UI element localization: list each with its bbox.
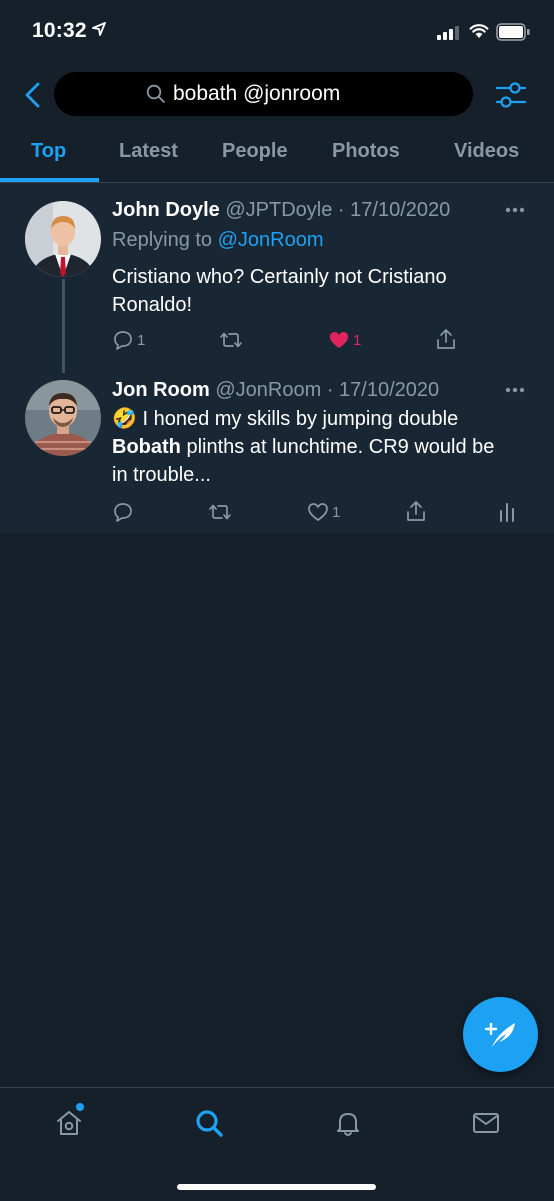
tweet-text-part: I honed my skills by jumping double	[136, 408, 459, 430]
more-options-icon[interactable]	[505, 207, 525, 213]
analytics-icon	[500, 503, 514, 522]
retweet-button[interactable]	[219, 329, 246, 351]
status-time: 10:32	[32, 19, 87, 42]
reply-button[interactable]	[112, 501, 137, 523]
avatar[interactable]	[25, 201, 101, 277]
share-icon	[437, 329, 455, 349]
tweet-text-line: 🤣 I honed my skills by jumping double	[112, 405, 537, 433]
tweet-date: 17/10/2020	[350, 199, 451, 221]
share-icon	[407, 501, 425, 521]
more-options-icon[interactable]	[505, 387, 525, 393]
reply-button[interactable]: 1	[112, 329, 145, 351]
tab-top[interactable]: Top	[31, 140, 66, 163]
thread-connector	[62, 279, 65, 373]
tweet[interactable]: Jon Room @JonRoom · 17/10/2020 🤣 I honed…	[0, 363, 554, 534]
tweet-text-line: Cristiano who? Certainly not Cristiano	[112, 266, 447, 288]
signal-icon	[437, 26, 459, 40]
retweet-icon	[220, 332, 242, 348]
tweet-header: John Doyle @JPTDoyle · 17/10/2020	[112, 199, 450, 222]
like-count: 1	[353, 331, 362, 349]
like-icon	[308, 503, 328, 521]
search-input[interactable]: bobath @jonroom	[54, 72, 473, 116]
tweet-text-line: in trouble...	[112, 464, 211, 486]
separator: ·	[326, 379, 334, 401]
back-chevron-icon[interactable]	[18, 80, 48, 110]
search-tabs: Top Latest People Photos Videos	[0, 128, 554, 183]
search-query: bobath @jonroom	[173, 82, 341, 105]
status-bar: 10:32	[0, 0, 554, 66]
search-icon	[146, 84, 165, 103]
messages-envelope-icon[interactable]	[471, 1108, 501, 1138]
tweet-header: Jon Room @JonRoom · 17/10/2020	[112, 379, 439, 402]
share-button[interactable]	[405, 499, 427, 523]
retweet-button[interactable]	[208, 501, 235, 523]
like-icon	[330, 332, 348, 348]
tweet-text-part: plinths at lunchtime. CR9 would be	[180, 436, 495, 458]
home-icon[interactable]	[54, 1108, 84, 1138]
tab-videos[interactable]: Videos	[454, 140, 519, 163]
filter-sliders-icon[interactable]	[495, 80, 527, 110]
notifications-bell-icon[interactable]	[333, 1108, 363, 1138]
tab-latest[interactable]: Latest	[119, 140, 178, 163]
author-handle[interactable]: @JonRoom	[215, 379, 321, 401]
reply-icon	[114, 331, 132, 350]
separator: ·	[337, 199, 345, 221]
active-tab-indicator	[0, 178, 99, 182]
avatar[interactable]	[25, 380, 101, 456]
new-content-dot	[76, 1103, 84, 1111]
author-name[interactable]: John Doyle	[112, 199, 220, 221]
search-icon[interactable]	[194, 1108, 224, 1138]
compose-tweet-icon	[484, 1022, 515, 1047]
tweet-text-line: Bobath plinths at lunchtime. CR9 would b…	[112, 433, 537, 461]
rofl-emoji: 🤣	[112, 408, 137, 430]
like-count: 1	[332, 503, 341, 521]
author-name[interactable]: Jon Room	[112, 379, 210, 401]
tab-people[interactable]: People	[222, 140, 288, 163]
analytics-button[interactable]	[498, 501, 516, 523]
tweet-text: 🤣 I honed my skills by jumping double Bo…	[112, 405, 537, 489]
author-handle[interactable]: @JPTDoyle	[225, 199, 332, 221]
tweet-text: Cristiano who? Certainly not Cristiano R…	[112, 263, 537, 319]
compose-tweet-button[interactable]	[463, 997, 538, 1072]
tweet[interactable]: John Doyle @JPTDoyle · 17/10/2020 Replyi…	[0, 183, 554, 373]
tweet-feed: John Doyle @JPTDoyle · 17/10/2020 Replyi…	[0, 183, 554, 534]
reply-count: 1	[137, 331, 146, 349]
replying-to-label: Replying to	[112, 229, 213, 251]
location-arrow-icon	[92, 22, 106, 36]
like-button[interactable]: 1	[307, 501, 340, 523]
reply-icon	[114, 503, 132, 522]
like-button[interactable]: 1	[328, 329, 361, 351]
mention-link[interactable]: @JonRoom	[218, 229, 324, 251]
retweet-icon	[209, 504, 231, 520]
replying-to: Replying to @JonRoom	[112, 229, 324, 252]
battery-icon	[496, 23, 530, 41]
tab-photos[interactable]: Photos	[332, 140, 400, 163]
share-button[interactable]	[435, 327, 457, 351]
tweet-text-line: Ronaldo!	[112, 294, 193, 316]
tweet-date: 17/10/2020	[339, 379, 440, 401]
search-term-highlight: Bobath	[112, 436, 181, 458]
home-indicator	[177, 1184, 376, 1190]
wifi-icon	[469, 24, 489, 38]
